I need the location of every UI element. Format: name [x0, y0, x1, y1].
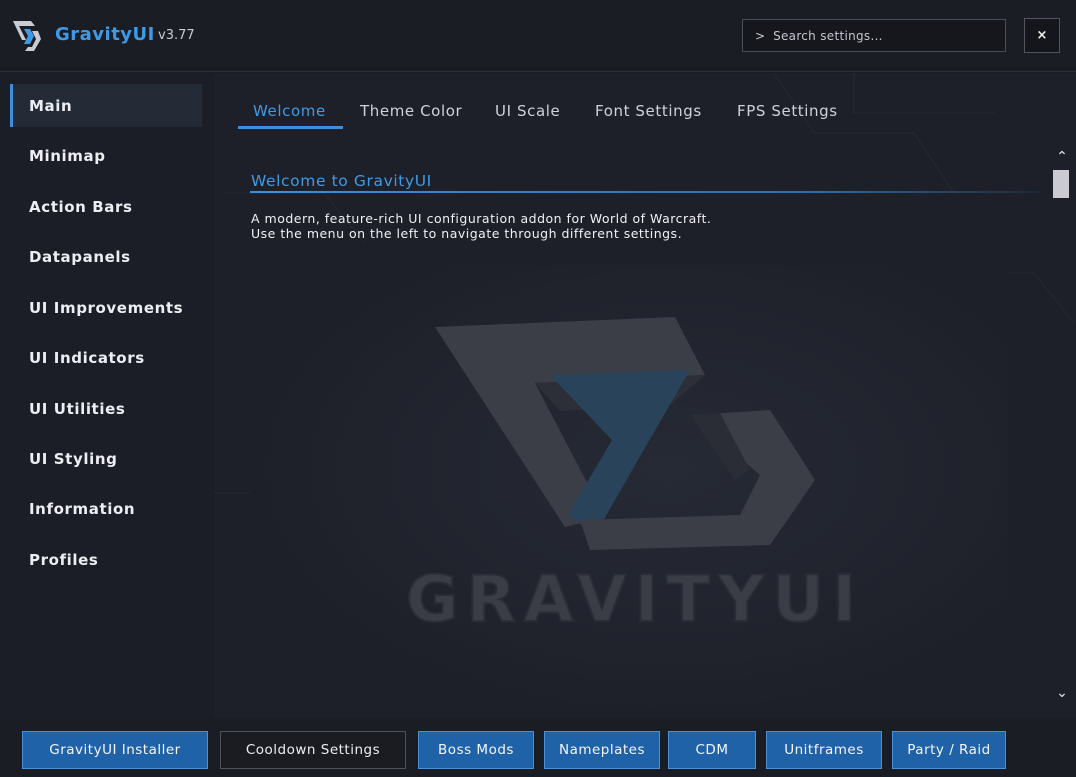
sidebar-nav: Main Minimap Action Bars Datapanels UI I… [0, 73, 213, 718]
main-panel: Welcome Theme Color UI Scale Font Settin… [214, 73, 1076, 718]
sidebar-item-label: Profiles [29, 550, 99, 569]
sidebar-item-label: Minimap [29, 146, 106, 165]
welcome-banner: GRAVITYUI [250, 265, 1008, 718]
active-tab-indicator [238, 126, 343, 129]
gravityui-installer-button[interactable]: GravityUI Installer [22, 731, 208, 769]
tab-label: Welcome [253, 102, 326, 120]
sidebar-item-datapanels[interactable]: Datapanels [10, 235, 202, 278]
header-bar: GravityUI v3.77 > × [0, 0, 1076, 72]
description-line-2: Use the menu on the left to navigate thr… [251, 226, 683, 241]
sidebar-item-ui-utilities[interactable]: UI Utilities [10, 387, 202, 430]
search-prompt-icon: > [755, 28, 766, 43]
description-line-1: A modern, feature-rich UI configuration … [251, 211, 712, 226]
sidebar-item-main[interactable]: Main [10, 84, 202, 127]
sidebar-item-ui-indicators[interactable]: UI Indicators [10, 336, 202, 379]
scroll-down-icon[interactable]: ⌄ [1050, 685, 1074, 703]
cdm-button[interactable]: CDM [668, 731, 756, 769]
sidebar-item-label: UI Styling [29, 449, 118, 468]
scroll-up-icon[interactable]: ⌃ [1050, 149, 1074, 167]
section-title: Welcome to GravityUI [251, 172, 432, 190]
scrollbar-thumb[interactable] [1053, 170, 1069, 198]
banner-wordmark: GRAVITYUI [405, 563, 864, 633]
sidebar-item-label: Information [29, 499, 136, 518]
sidebar-item-label: UI Improvements [29, 298, 184, 317]
tab-ui-scale[interactable]: UI Scale [495, 102, 560, 130]
sidebar-item-action-bars[interactable]: Action Bars [10, 185, 202, 228]
boss-mods-button[interactable]: Boss Mods [418, 731, 534, 769]
sidebar-item-label: Action Bars [29, 197, 133, 216]
sidebar-item-label: UI Indicators [29, 348, 145, 367]
unitframes-button[interactable]: Unitframes [766, 731, 882, 769]
sidebar-item-label: Datapanels [29, 247, 131, 266]
sidebar-item-minimap[interactable]: Minimap [10, 134, 202, 177]
section-divider [250, 191, 1040, 193]
sidebar-item-profiles[interactable]: Profiles [10, 538, 202, 581]
party-raid-button[interactable]: Party / Raid [892, 731, 1006, 769]
tab-label: FPS Settings [737, 102, 838, 120]
banner-wordmark-text: GRAVITYUI [406, 563, 864, 633]
gravityui-logo-icon [13, 21, 41, 51]
tab-label: UI Scale [495, 102, 561, 120]
sidebar-item-information[interactable]: Information [10, 487, 202, 530]
tab-font-settings[interactable]: Font Settings [595, 102, 702, 130]
close-icon: × [1036, 28, 1048, 43]
sidebar-item-ui-styling[interactable]: UI Styling [10, 437, 202, 480]
app-version: v3.77 [158, 28, 195, 43]
tab-fps-settings[interactable]: FPS Settings [737, 102, 838, 130]
tab-label: Font Settings [595, 102, 702, 120]
cooldown-settings-button[interactable]: Cooldown Settings [220, 731, 406, 769]
sidebar-item-label: UI Utilities [29, 399, 126, 418]
footer-bar: GravityUI Installer Cooldown Settings Bo… [0, 718, 1076, 777]
sidebar-item-ui-improvements[interactable]: UI Improvements [10, 286, 202, 329]
sidebar-item-label: Main [29, 96, 73, 115]
tab-theme-color[interactable]: Theme Color [360, 102, 462, 130]
app-title: GravityUI [55, 24, 155, 45]
tab-label: Theme Color [360, 102, 463, 120]
search-box[interactable]: > [742, 19, 1006, 52]
close-button[interactable]: × [1024, 18, 1060, 53]
banner-logo-icon [435, 317, 815, 550]
search-input[interactable] [773, 28, 994, 43]
nameplates-button[interactable]: Nameplates [544, 731, 660, 769]
